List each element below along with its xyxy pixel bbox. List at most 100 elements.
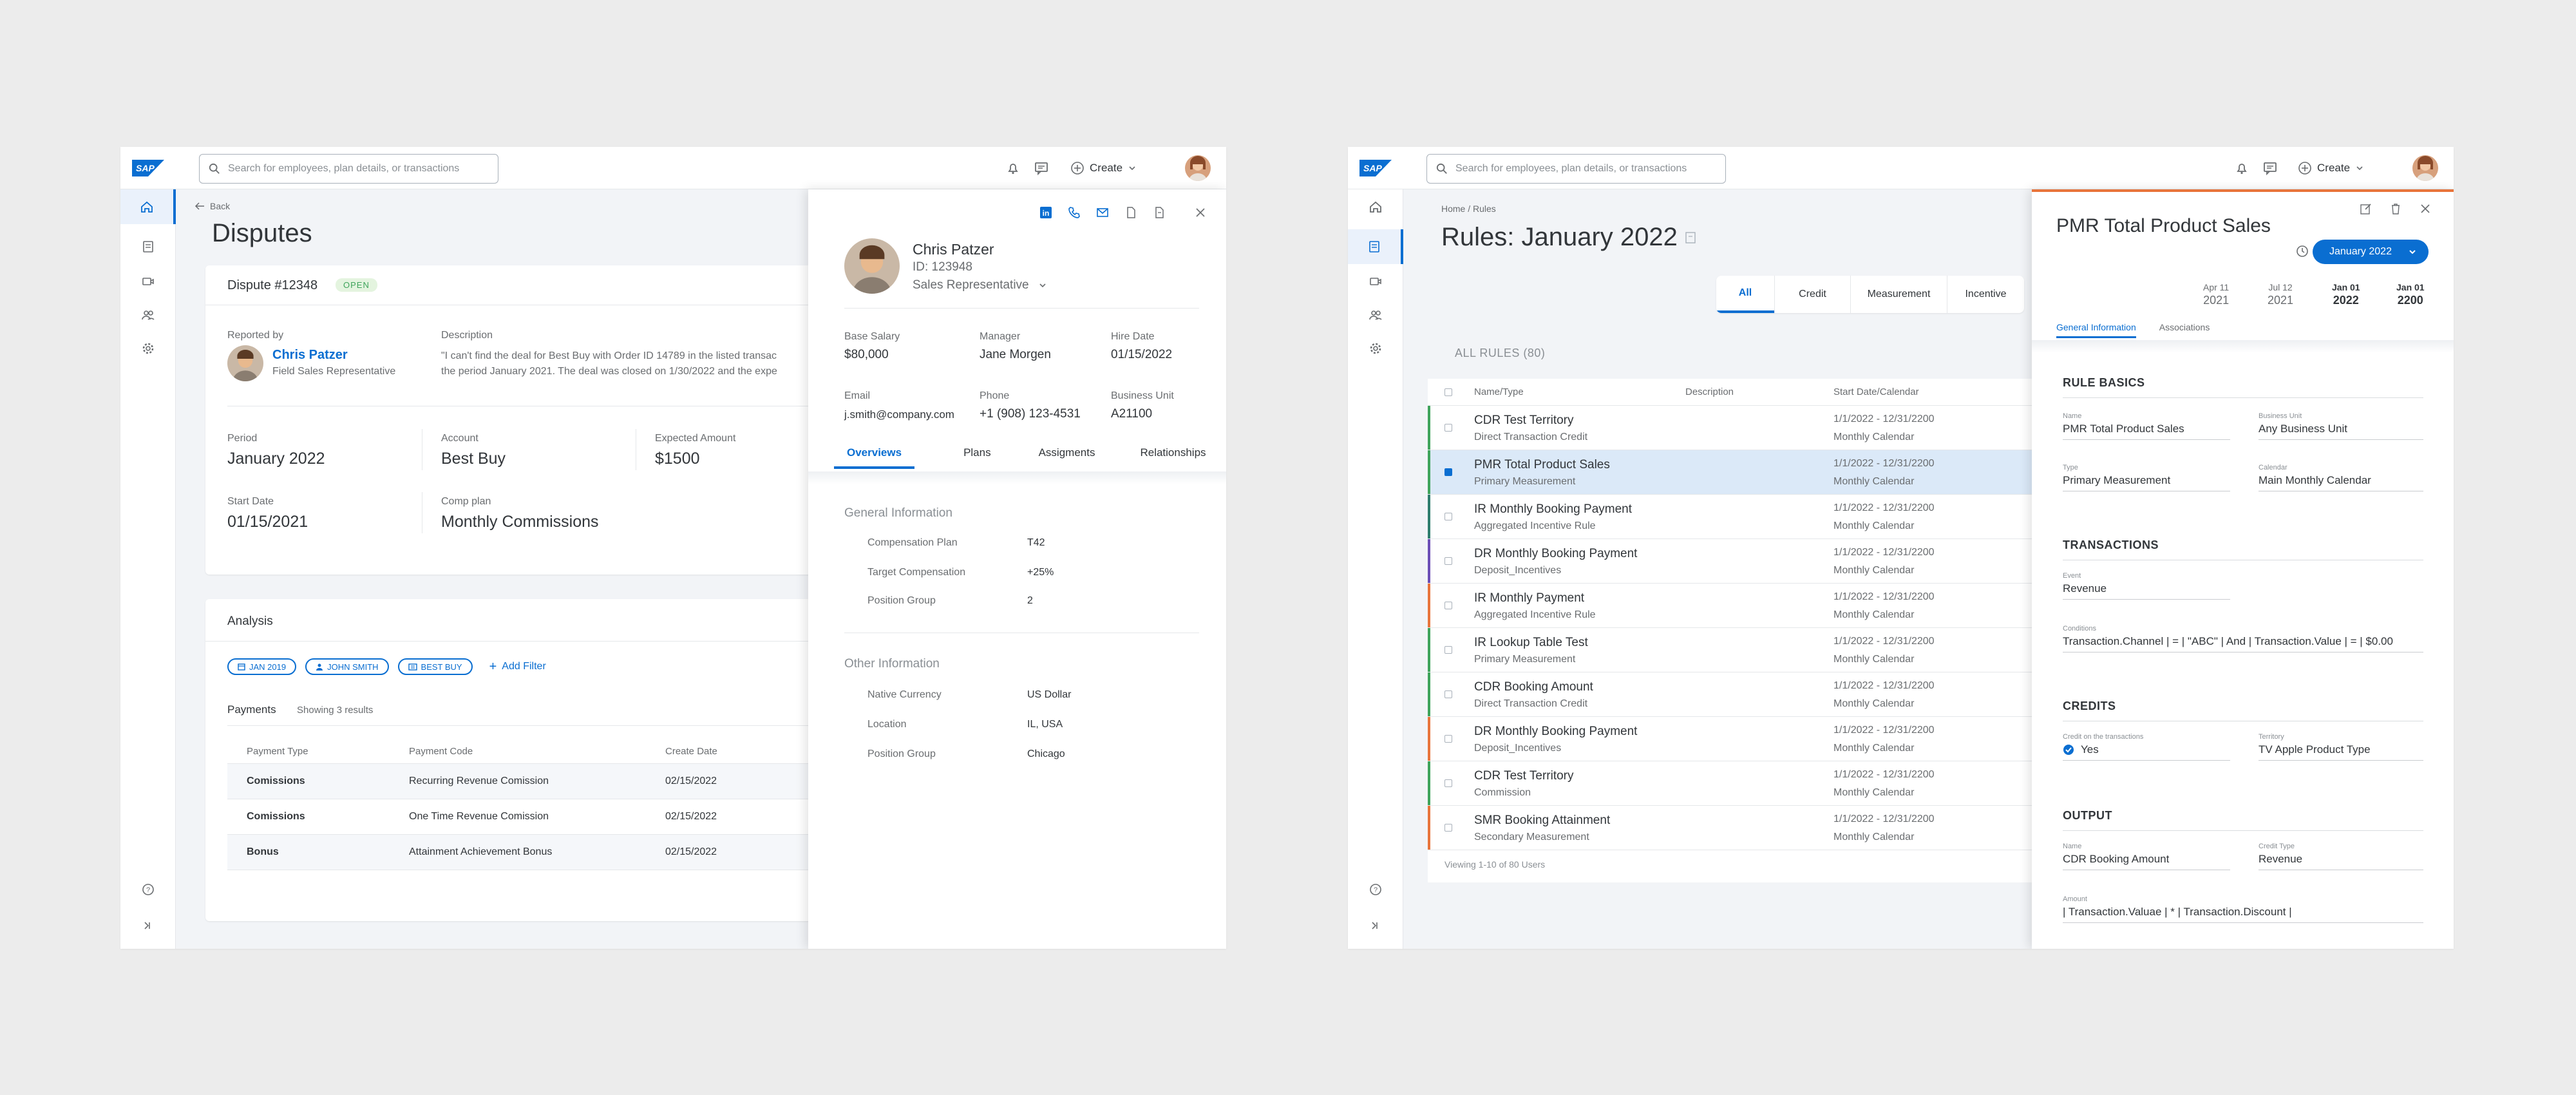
nav-documents[interactable] bbox=[1348, 229, 1403, 264]
search-input[interactable] bbox=[228, 155, 492, 183]
column-header[interactable]: Name/Type bbox=[1474, 386, 1524, 397]
nav-people[interactable] bbox=[1348, 298, 1403, 332]
rule-name-field[interactable]: PMR Total Product Sales bbox=[2063, 423, 2230, 440]
stat-value[interactable]: j.smith@company.com bbox=[844, 408, 954, 421]
filter-chip-account[interactable]: BEST BUY bbox=[397, 658, 473, 675]
select-all-checkbox[interactable] bbox=[1444, 388, 1452, 396]
table-row[interactable]: DR Monthly Booking Payment Deposit_Incent… bbox=[1428, 717, 2091, 761]
period-select[interactable]: January 2022 bbox=[2313, 240, 2429, 264]
row-checkbox[interactable] bbox=[1444, 424, 1452, 432]
filter-chip-person[interactable]: JOHN SMITH bbox=[305, 658, 389, 675]
credit-type-field[interactable]: Revenue bbox=[2259, 853, 2423, 870]
table-row[interactable]: Bonus Attainment Achievement Bonus 02/15… bbox=[227, 835, 910, 870]
timeline-point[interactable]: Apr 11 2021 bbox=[2203, 282, 2229, 307]
nav-settings[interactable] bbox=[120, 331, 176, 366]
edit-icon[interactable] bbox=[2360, 202, 2372, 215]
nav-help[interactable]: ? bbox=[120, 872, 176, 907]
nav-expand[interactable] bbox=[1348, 908, 1403, 943]
row-checkbox[interactable] bbox=[1444, 646, 1452, 654]
output-name-field[interactable]: CDR Booking Amount bbox=[2063, 853, 2230, 870]
table-row[interactable]: Comissions Recurring Revenue Comission 0… bbox=[227, 764, 910, 799]
territory-field[interactable]: TV Apple Product Type bbox=[2259, 743, 2423, 761]
table-row[interactable]: SMR Booking Attainment Secondary Measurem… bbox=[1428, 806, 2091, 850]
column-header[interactable]: Description bbox=[1685, 386, 1734, 397]
column-header[interactable]: Payment Code bbox=[409, 746, 473, 757]
column-header[interactable]: Payment Type bbox=[247, 746, 308, 757]
timeline-point[interactable]: Jan 01 2022 bbox=[2332, 282, 2360, 307]
amount-field[interactable]: | Transaction.Valuae | * | Transaction.D… bbox=[2063, 906, 2423, 923]
table-row[interactable]: IR Monthly Booking Payment Aggregated Inc… bbox=[1428, 495, 2091, 539]
nav-home[interactable] bbox=[120, 189, 176, 224]
phone-icon[interactable] bbox=[1068, 206, 1081, 219]
segment-incentive[interactable]: Incentive bbox=[1947, 276, 2024, 313]
table-row[interactable]: DR Monthly Booking Payment Deposit_Incent… bbox=[1428, 539, 2091, 584]
row-checkbox[interactable] bbox=[1444, 779, 1452, 787]
nav-people[interactable] bbox=[120, 298, 176, 332]
nav-video[interactable] bbox=[120, 264, 176, 299]
user-avatar[interactable] bbox=[2412, 155, 2438, 181]
info-icon[interactable] bbox=[1685, 231, 1696, 243]
nav-expand[interactable] bbox=[120, 908, 176, 943]
bell-icon[interactable] bbox=[1005, 160, 1021, 176]
messages-icon[interactable] bbox=[2262, 160, 2278, 176]
search-box[interactable] bbox=[1426, 154, 1726, 184]
search-input[interactable] bbox=[1455, 155, 1719, 183]
timeline-point[interactable]: Jul 12 2021 bbox=[2268, 282, 2293, 307]
credit-on-checkbox[interactable]: Yes bbox=[2063, 743, 2230, 761]
close-icon[interactable] bbox=[1194, 206, 1207, 219]
document-icon[interactable] bbox=[1124, 206, 1137, 219]
user-avatar[interactable] bbox=[1185, 155, 1211, 181]
tab-associations[interactable]: Associations bbox=[2159, 322, 2210, 338]
row-checkbox[interactable] bbox=[1444, 824, 1452, 832]
calendar-field[interactable]: Main Monthly Calendar bbox=[2259, 474, 2423, 491]
bell-icon[interactable] bbox=[2234, 160, 2249, 176]
table-row[interactable]: PMR Total Product Sales Primary Measureme… bbox=[1428, 450, 2091, 495]
delete-icon[interactable] bbox=[2389, 202, 2402, 215]
row-checkbox[interactable] bbox=[1444, 735, 1452, 743]
nav-video[interactable] bbox=[1348, 264, 1403, 299]
linkedin-icon[interactable]: in bbox=[1039, 206, 1052, 219]
email-icon[interactable] bbox=[1096, 206, 1109, 219]
segment-all[interactable]: All bbox=[1716, 276, 1774, 313]
table-row[interactable]: CDR Booking Amount Direct Transaction Cre… bbox=[1428, 672, 2091, 717]
nav-help[interactable]: ? bbox=[1348, 872, 1403, 907]
back-link[interactable]: Back bbox=[194, 201, 230, 211]
add-filter-button[interactable]: + Add Filter bbox=[489, 660, 546, 674]
nav-home[interactable] bbox=[1348, 189, 1403, 224]
reporter-name-link[interactable]: Chris Patzer bbox=[272, 348, 348, 363]
nav-documents[interactable] bbox=[120, 229, 176, 264]
conditions-field[interactable]: Transaction.Channel | = | "ABC" | And | … bbox=[2063, 635, 2423, 652]
event-field[interactable]: Revenue bbox=[2063, 582, 2230, 600]
sap-logo[interactable]: SAP bbox=[132, 160, 164, 176]
table-row[interactable]: CDR Test Territory Commission 1/1/2022 - 1… bbox=[1428, 761, 2091, 806]
segment-measurement[interactable]: Measurement bbox=[1850, 276, 1947, 313]
tab-plans[interactable]: Plans bbox=[951, 437, 1004, 469]
segment-credit[interactable]: Credit bbox=[1774, 276, 1850, 313]
tab-assigments[interactable]: Assigments bbox=[1026, 437, 1108, 469]
employee-role-select[interactable]: Sales Representative bbox=[913, 278, 1047, 292]
close-icon[interactable] bbox=[2419, 202, 2432, 215]
sap-logo[interactable]: SAP bbox=[1359, 160, 1392, 176]
table-row[interactable]: CDR Test Territory Direct Transaction Cre… bbox=[1428, 406, 2091, 450]
row-checkbox[interactable] bbox=[1444, 468, 1452, 476]
column-header[interactable]: Start Date/Calendar bbox=[1833, 386, 1919, 397]
table-row[interactable]: IR Monthly Payment Aggregated Incentive R… bbox=[1428, 584, 2091, 628]
column-header[interactable]: Create Date bbox=[665, 746, 717, 757]
history-icon[interactable] bbox=[2295, 243, 2310, 259]
breadcrumb[interactable]: Home / Rules bbox=[1441, 204, 1496, 214]
tab-overviews[interactable]: Overviews bbox=[834, 437, 915, 469]
timeline-point[interactable]: Jan 01 2200 bbox=[2396, 282, 2425, 307]
tab-general-information[interactable]: General Information bbox=[2056, 322, 2136, 338]
create-button[interactable]: Create bbox=[2298, 157, 2364, 179]
search-box[interactable] bbox=[199, 154, 498, 184]
row-checkbox[interactable] bbox=[1444, 513, 1452, 520]
table-row[interactable]: IR Lookup Table Test Primary Measurement 1… bbox=[1428, 628, 2091, 672]
tab-relationships[interactable]: Relationships bbox=[1127, 437, 1218, 469]
create-button[interactable]: Create bbox=[1070, 157, 1137, 179]
stat-value[interactable]: +1 (908) 123-4531 bbox=[980, 407, 1081, 421]
filter-chip-date[interactable]: JAN 2019 bbox=[227, 658, 297, 675]
type-field[interactable]: Primary Measurement bbox=[2063, 474, 2230, 491]
row-checkbox[interactable] bbox=[1444, 690, 1452, 698]
row-checkbox[interactable] bbox=[1444, 557, 1452, 565]
nav-settings[interactable] bbox=[1348, 331, 1403, 366]
